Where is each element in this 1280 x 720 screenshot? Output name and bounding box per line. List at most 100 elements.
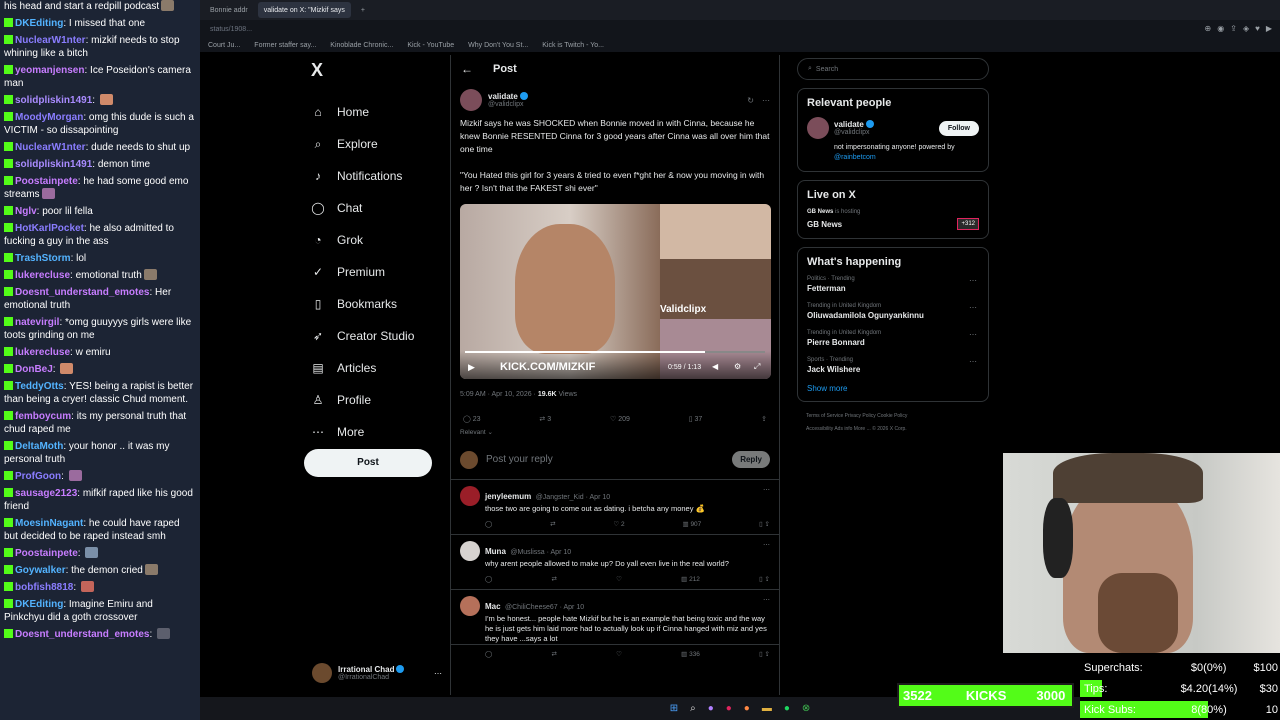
- post-button[interactable]: Post: [304, 449, 432, 477]
- views-icon[interactable]: ▥ 212: [681, 575, 700, 583]
- more-icon[interactable]: ⋯: [434, 669, 442, 678]
- browser-tab-active[interactable]: validate on X: "Mizkif says: [257, 2, 351, 18]
- chat-username[interactable]: Poostainpete: [15, 176, 78, 187]
- video-progress-bar[interactable]: [465, 351, 765, 353]
- grok-icon[interactable]: ↻: [747, 96, 754, 105]
- chat-username[interactable]: NuclearW1nter: [15, 35, 86, 46]
- avatar[interactable]: [460, 596, 480, 616]
- show-more-link[interactable]: Show more: [807, 384, 979, 393]
- repost-icon[interactable]: ⇄ 3: [539, 415, 551, 423]
- footer-line[interactable]: Terms of Service Privacy Policy Cookie P…: [806, 410, 980, 423]
- views-icon[interactable]: ▥ 907: [682, 520, 701, 528]
- chat-username[interactable]: Doesnt_understand_emotes: [15, 629, 149, 640]
- author-handle[interactable]: @validclipx: [488, 101, 747, 108]
- heart-icon[interactable]: ♥: [1255, 24, 1260, 33]
- windows-start-icon[interactable]: ⊞: [670, 703, 678, 714]
- reply-icon[interactable]: ◯: [485, 520, 492, 528]
- chat-username[interactable]: yeomanjensen: [15, 65, 84, 76]
- bookmark-item[interactable]: Court Ju...: [208, 42, 240, 49]
- settings-icon[interactable]: ⚙: [734, 362, 741, 371]
- nav-item-explore[interactable]: ⌕ Explore: [301, 128, 451, 160]
- account-switcher[interactable]: Irrational Chad @IrrationalChad ⋯: [312, 659, 442, 687]
- shield-icon[interactable]: ◈: [1243, 24, 1249, 33]
- chat-username[interactable]: Goywalker: [15, 565, 66, 576]
- reply-author[interactable]: Muna: [485, 547, 506, 556]
- trend-item[interactable]: Trending in United Kingdom Pierre Bonnard…: [807, 330, 979, 347]
- chat-username[interactable]: TrashStorm: [15, 253, 71, 264]
- bookmark-item[interactable]: Kinoblade Chronic...: [330, 42, 393, 49]
- bio-link[interactable]: @rainbetcom: [834, 154, 876, 161]
- like-icon[interactable]: ♡: [616, 575, 622, 583]
- more-icon[interactable]: ⋯: [969, 303, 977, 312]
- zoom-icon[interactable]: ⊕: [1205, 24, 1212, 33]
- person-handle[interactable]: @validclipx: [834, 129, 939, 136]
- play-icon[interactable]: ▶: [1266, 24, 1272, 33]
- extension-icon[interactable]: ◉: [1217, 24, 1224, 33]
- folder-icon[interactable]: ▬: [762, 703, 772, 714]
- repost-icon[interactable]: ⇄: [551, 650, 556, 658]
- nav-item-notifications[interactable]: ♪ Notifications: [301, 160, 451, 192]
- chat-username[interactable]: NuclearW1nter: [15, 142, 86, 153]
- chat-username[interactable]: DonBeJ: [15, 364, 53, 375]
- more-icon[interactable]: ⋯: [969, 276, 977, 285]
- play-icon[interactable]: ▶: [468, 362, 475, 373]
- chat-username[interactable]: DKEditing: [15, 599, 63, 610]
- volume-icon[interactable]: ◀: [712, 362, 718, 371]
- chat-username[interactable]: lukerecluse: [15, 347, 70, 358]
- trend-item[interactable]: Politics · Trending Fetterman ⋯: [807, 276, 979, 293]
- app-icon[interactable]: ●: [726, 703, 732, 714]
- bookmark-item[interactable]: Kick - YouTube: [407, 42, 454, 49]
- bookmark-item[interactable]: Why Don't You St...: [468, 42, 528, 49]
- chat-username[interactable]: ProfGoon: [15, 471, 61, 482]
- reply-button[interactable]: Reply: [732, 451, 770, 468]
- bookmark-item[interactable]: Kick is Twitch - Yo...: [542, 42, 604, 49]
- trend-item[interactable]: Sports · Trending Jack Wilshere ⋯: [807, 357, 979, 374]
- reply-item[interactable]: Mac @ChiliCheese67 · Apr 10 ⋯ I'm be hones…: [451, 590, 779, 658]
- chat-username[interactable]: Nglv: [15, 206, 37, 217]
- nav-item-profile[interactable]: ♙ Profile: [301, 384, 451, 416]
- chat-username[interactable]: natevirgil: [15, 317, 59, 328]
- chat-username[interactable]: HotKarlPocket: [15, 223, 84, 234]
- share-icon[interactable]: ⇪: [761, 415, 767, 423]
- reply-icon[interactable]: ◯ 23: [463, 415, 481, 423]
- author-name[interactable]: validate: [488, 92, 518, 101]
- person-name[interactable]: validate: [834, 120, 864, 129]
- more-icon[interactable]: ⋯: [763, 541, 770, 559]
- avatar[interactable]: [807, 117, 829, 139]
- nav-item-bookmarks[interactable]: ▯ Bookmarks: [301, 288, 451, 320]
- trend-item[interactable]: Trending in United Kingdom Oliuwadamilola…: [807, 303, 979, 320]
- bookmark-icon[interactable]: ▯ ⇪: [759, 520, 770, 528]
- reply-icon[interactable]: ◯: [485, 650, 492, 658]
- reply-author[interactable]: Mac: [485, 602, 501, 611]
- search-input[interactable]: ⌕ Search: [797, 58, 989, 80]
- nav-item-grok[interactable]: ◔ Grok: [301, 224, 451, 256]
- bookmark-icon[interactable]: ▯ ⇪: [759, 575, 770, 583]
- chat-username[interactable]: MoodyMorgan: [15, 112, 83, 123]
- nav-item-home[interactable]: ⌂ Home: [301, 96, 451, 128]
- sort-relevant[interactable]: Relevant ⌄: [451, 428, 779, 440]
- live-show[interactable]: GB News: [807, 220, 842, 229]
- like-icon[interactable]: ♡: [616, 650, 622, 658]
- share-icon[interactable]: ⇪: [1230, 24, 1237, 33]
- more-icon[interactable]: ⋯: [969, 357, 977, 366]
- xbox-icon[interactable]: ⊗: [802, 703, 810, 714]
- avatar[interactable]: [460, 541, 480, 561]
- chat-username[interactable]: solidpliskin1491: [15, 95, 92, 106]
- chat-username[interactable]: solidpliskin1491: [15, 159, 92, 170]
- address-bar[interactable]: status/1908...: [200, 20, 1280, 38]
- reply-item[interactable]: Muna @Muslissa · Apr 10 ⋯ why arent people…: [451, 535, 779, 590]
- bookmark-icon[interactable]: ▯ 37: [689, 415, 703, 423]
- reply-author[interactable]: jenyleemum: [485, 492, 531, 501]
- like-icon[interactable]: ♡ 2: [613, 520, 624, 528]
- reply-item[interactable]: jenyleemum @Jangster_Kid · Apr 10 ⋯ those …: [451, 480, 779, 535]
- new-tab-icon[interactable]: +: [355, 2, 371, 18]
- nav-item-more[interactable]: ⋯ More: [301, 416, 451, 448]
- browser-icon[interactable]: ●: [744, 703, 750, 714]
- more-icon[interactable]: ⋯: [969, 330, 977, 339]
- repost-icon[interactable]: ⇄: [550, 520, 555, 528]
- reply-input[interactable]: Post your reply: [486, 454, 732, 465]
- chat-username[interactable]: DKEditing: [15, 18, 63, 29]
- chat-username[interactable]: MoesinNagant: [15, 518, 83, 529]
- views-icon[interactable]: ▥ 336: [681, 650, 700, 658]
- footer-line[interactable]: Accessibility Ads info More ... © 2026 X…: [806, 423, 980, 436]
